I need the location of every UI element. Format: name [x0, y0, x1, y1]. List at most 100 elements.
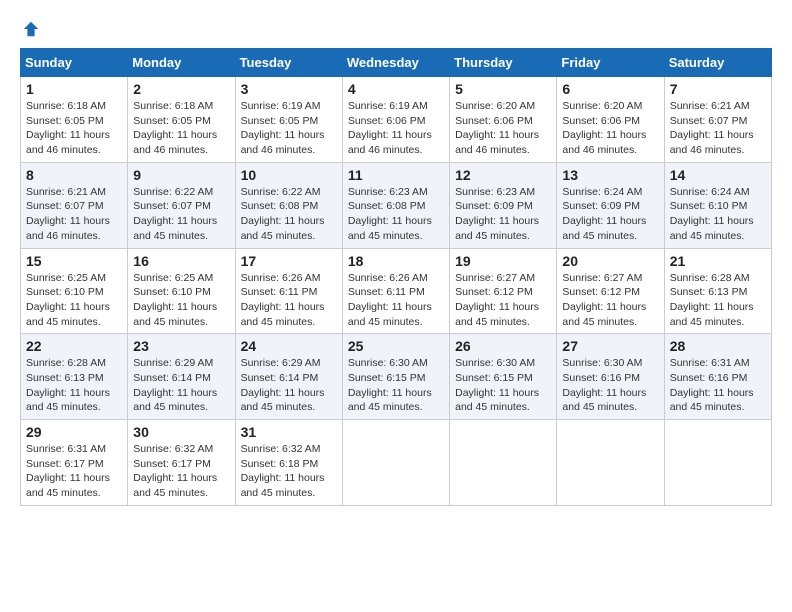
- calendar-week-row: 1 Sunrise: 6:18 AMSunset: 6:05 PMDaylight…: [21, 77, 772, 163]
- calendar-table: SundayMondayTuesdayWednesdayThursdayFrid…: [20, 48, 772, 506]
- weekday-header-saturday: Saturday: [664, 49, 771, 77]
- calendar-cell: 16 Sunrise: 6:25 AMSunset: 6:10 PMDayligh…: [128, 248, 235, 334]
- day-info: Sunrise: 6:22 AMSunset: 6:07 PMDaylight:…: [133, 185, 229, 244]
- calendar-cell: 26Sunrise: 6:30 AMSunset: 6:15 PMDayligh…: [450, 334, 557, 420]
- day-number: 20: [562, 253, 658, 269]
- calendar-cell: 4 Sunrise: 6:19 AMSunset: 6:06 PMDaylight…: [342, 77, 449, 163]
- day-number: 10: [241, 167, 337, 183]
- weekday-header-sunday: Sunday: [21, 49, 128, 77]
- day-info: Sunrise: 6:22 AMSunset: 6:08 PMDaylight:…: [241, 185, 337, 244]
- day-info: Sunrise: 6:31 AMSunset: 6:16 PMDaylight:…: [670, 356, 766, 415]
- day-number: 24: [241, 338, 337, 354]
- calendar-cell: 12 Sunrise: 6:23 AMSunset: 6:09 PMDayligh…: [450, 162, 557, 248]
- day-info: Sunrise: 6:28 AMSunset: 6:13 PMDaylight:…: [26, 356, 122, 415]
- day-number: 12: [455, 167, 551, 183]
- calendar-cell: [450, 420, 557, 506]
- calendar-cell: 18 Sunrise: 6:26 AMSunset: 6:11 PMDayligh…: [342, 248, 449, 334]
- calendar-cell: 7Sunrise: 6:21 AMSunset: 6:07 PMDaylight…: [664, 77, 771, 163]
- day-info: Sunrise: 6:19 AMSunset: 6:06 PMDaylight:…: [348, 99, 444, 158]
- day-info: Sunrise: 6:26 AMSunset: 6:11 PMDaylight:…: [348, 271, 444, 330]
- day-info: Sunrise: 6:25 AMSunset: 6:10 PMDaylight:…: [26, 271, 122, 330]
- calendar-week-row: 22 Sunrise: 6:28 AMSunset: 6:13 PMDayligh…: [21, 334, 772, 420]
- day-number: 29: [26, 424, 122, 440]
- day-number: 6: [562, 81, 658, 97]
- page-header: [20, 20, 772, 38]
- day-info: Sunrise: 6:26 AMSunset: 6:11 PMDaylight:…: [241, 271, 337, 330]
- calendar-cell: 23 Sunrise: 6:29 AMSunset: 6:14 PMDayligh…: [128, 334, 235, 420]
- calendar-cell: 21Sunrise: 6:28 AMSunset: 6:13 PMDayligh…: [664, 248, 771, 334]
- day-info: Sunrise: 6:18 AMSunset: 6:05 PMDaylight:…: [26, 99, 122, 158]
- calendar-cell: 20 Sunrise: 6:27 AMSunset: 6:12 PMDayligh…: [557, 248, 664, 334]
- day-number: 31: [241, 424, 337, 440]
- calendar-cell: 13 Sunrise: 6:24 AMSunset: 6:09 PMDayligh…: [557, 162, 664, 248]
- calendar-cell: 30Sunrise: 6:32 AMSunset: 6:17 PMDayligh…: [128, 420, 235, 506]
- calendar-cell: [664, 420, 771, 506]
- weekday-header-thursday: Thursday: [450, 49, 557, 77]
- day-number: 15: [26, 253, 122, 269]
- calendar-cell: 27Sunrise: 6:30 AMSunset: 6:16 PMDayligh…: [557, 334, 664, 420]
- day-number: 3: [241, 81, 337, 97]
- day-number: 22: [26, 338, 122, 354]
- logo-icon: [22, 20, 40, 38]
- calendar-cell: 28 Sunrise: 6:31 AMSunset: 6:16 PMDayligh…: [664, 334, 771, 420]
- day-info: Sunrise: 6:30 AMSunset: 6:15 PMDaylight:…: [455, 356, 551, 415]
- calendar-cell: 22 Sunrise: 6:28 AMSunset: 6:13 PMDayligh…: [21, 334, 128, 420]
- day-info: Sunrise: 6:30 AMSunset: 6:15 PMDaylight:…: [348, 356, 444, 415]
- day-number: 4: [348, 81, 444, 97]
- day-number: 25: [348, 338, 444, 354]
- weekday-header-wednesday: Wednesday: [342, 49, 449, 77]
- day-number: 14: [670, 167, 766, 183]
- day-info: Sunrise: 6:25 AMSunset: 6:10 PMDaylight:…: [133, 271, 229, 330]
- calendar-cell: 2Sunrise: 6:18 AMSunset: 6:05 PMDaylight…: [128, 77, 235, 163]
- day-info: Sunrise: 6:23 AMSunset: 6:08 PMDaylight:…: [348, 185, 444, 244]
- day-number: 27: [562, 338, 658, 354]
- day-number: 16: [133, 253, 229, 269]
- day-number: 1: [26, 81, 122, 97]
- day-number: 30: [133, 424, 229, 440]
- weekday-header-monday: Monday: [128, 49, 235, 77]
- calendar-cell: 11 Sunrise: 6:23 AMSunset: 6:08 PMDayligh…: [342, 162, 449, 248]
- calendar-cell: 17 Sunrise: 6:26 AMSunset: 6:11 PMDayligh…: [235, 248, 342, 334]
- calendar-cell: 31 Sunrise: 6:32 AMSunset: 6:18 PMDayligh…: [235, 420, 342, 506]
- day-info: Sunrise: 6:29 AMSunset: 6:14 PMDaylight:…: [241, 356, 337, 415]
- calendar-cell: 29 Sunrise: 6:31 AMSunset: 6:17 PMDayligh…: [21, 420, 128, 506]
- day-info: Sunrise: 6:24 AMSunset: 6:10 PMDaylight:…: [670, 185, 766, 244]
- weekday-header-tuesday: Tuesday: [235, 49, 342, 77]
- weekday-header-row: SundayMondayTuesdayWednesdayThursdayFrid…: [21, 49, 772, 77]
- calendar-cell: 15 Sunrise: 6:25 AMSunset: 6:10 PMDayligh…: [21, 248, 128, 334]
- day-info: Sunrise: 6:19 AMSunset: 6:05 PMDaylight:…: [241, 99, 337, 158]
- day-info: Sunrise: 6:28 AMSunset: 6:13 PMDaylight:…: [670, 271, 766, 330]
- calendar-week-row: 15 Sunrise: 6:25 AMSunset: 6:10 PMDayligh…: [21, 248, 772, 334]
- day-number: 7: [670, 81, 766, 97]
- day-info: Sunrise: 6:31 AMSunset: 6:17 PMDaylight:…: [26, 442, 122, 501]
- calendar-cell: 5 Sunrise: 6:20 AMSunset: 6:06 PMDaylight…: [450, 77, 557, 163]
- calendar-cell: 3 Sunrise: 6:19 AMSunset: 6:05 PMDaylight…: [235, 77, 342, 163]
- day-number: 11: [348, 167, 444, 183]
- day-number: 28: [670, 338, 766, 354]
- day-number: 5: [455, 81, 551, 97]
- calendar-cell: 6Sunrise: 6:20 AMSunset: 6:06 PMDaylight…: [557, 77, 664, 163]
- calendar-cell: 8 Sunrise: 6:21 AMSunset: 6:07 PMDaylight…: [21, 162, 128, 248]
- day-number: 18: [348, 253, 444, 269]
- day-info: Sunrise: 6:23 AMSunset: 6:09 PMDaylight:…: [455, 185, 551, 244]
- day-info: Sunrise: 6:27 AMSunset: 6:12 PMDaylight:…: [455, 271, 551, 330]
- day-number: 23: [133, 338, 229, 354]
- calendar-cell: 14 Sunrise: 6:24 AMSunset: 6:10 PMDayligh…: [664, 162, 771, 248]
- day-info: Sunrise: 6:29 AMSunset: 6:14 PMDaylight:…: [133, 356, 229, 415]
- calendar-cell: 9Sunrise: 6:22 AMSunset: 6:07 PMDaylight…: [128, 162, 235, 248]
- day-number: 17: [241, 253, 337, 269]
- day-info: Sunrise: 6:24 AMSunset: 6:09 PMDaylight:…: [562, 185, 658, 244]
- calendar-cell: 1 Sunrise: 6:18 AMSunset: 6:05 PMDaylight…: [21, 77, 128, 163]
- day-info: Sunrise: 6:18 AMSunset: 6:05 PMDaylight:…: [133, 99, 229, 158]
- day-number: 13: [562, 167, 658, 183]
- calendar-cell: [342, 420, 449, 506]
- calendar-cell: [557, 420, 664, 506]
- day-info: Sunrise: 6:21 AMSunset: 6:07 PMDaylight:…: [26, 185, 122, 244]
- day-info: Sunrise: 6:32 AMSunset: 6:18 PMDaylight:…: [241, 442, 337, 501]
- day-number: 19: [455, 253, 551, 269]
- day-info: Sunrise: 6:27 AMSunset: 6:12 PMDaylight:…: [562, 271, 658, 330]
- day-number: 8: [26, 167, 122, 183]
- calendar-cell: 24 Sunrise: 6:29 AMSunset: 6:14 PMDayligh…: [235, 334, 342, 420]
- calendar-week-row: 29 Sunrise: 6:31 AMSunset: 6:17 PMDayligh…: [21, 420, 772, 506]
- day-info: Sunrise: 6:20 AMSunset: 6:06 PMDaylight:…: [455, 99, 551, 158]
